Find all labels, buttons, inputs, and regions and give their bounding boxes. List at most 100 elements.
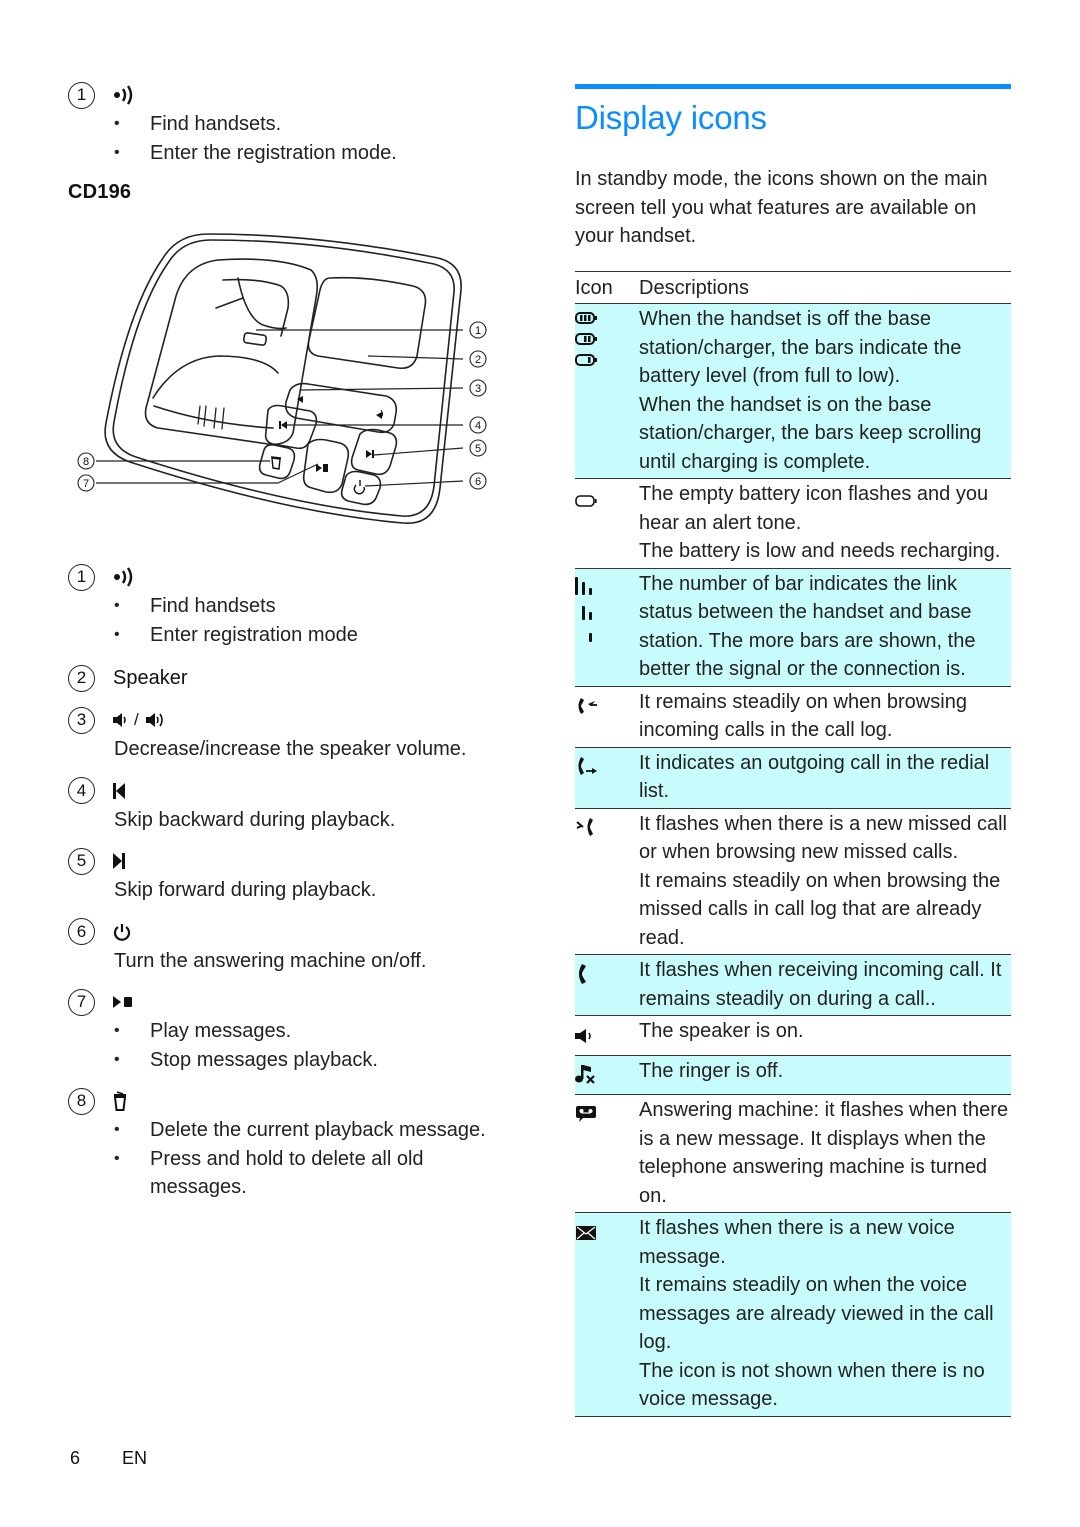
model-name: CD196	[68, 181, 132, 203]
button-item-7: 7 Play messages. Stop messages playback.	[68, 987, 508, 1074]
item-description: Decrease/increase the speaker volume.	[114, 738, 467, 760]
play-stop-icon	[113, 991, 133, 1013]
intro-paragraph: In standby mode, the icons shown on the …	[575, 168, 988, 247]
row-description: The battery is low and needs recharging.	[639, 540, 1001, 562]
battery-full-icon	[575, 312, 597, 324]
bullet-item: Press and hold to delete all old message…	[114, 1145, 508, 1202]
bullet-item: Find handsets	[114, 592, 508, 621]
svg-text:7: 7	[83, 478, 89, 490]
row-description: The speaker is on.	[639, 1020, 804, 1042]
callout-number: 7	[68, 988, 95, 1016]
skip-forward-icon	[113, 850, 125, 872]
table-row: The number of bar indicates the link sta…	[575, 568, 1011, 686]
row-description: It remains steadily on when browsing inc…	[639, 690, 967, 742]
callout-number: 8	[68, 1087, 95, 1115]
button-item-6: 6 Turn the answering machine on/off.	[68, 917, 508, 976]
table-row: The speaker is on.	[575, 1016, 1011, 1055]
battery-empty-icon	[575, 495, 597, 507]
signal-three-bars-icon	[575, 576, 592, 595]
item-description: Skip forward during playback.	[114, 879, 377, 901]
voice-message-envelope-icon	[576, 1226, 596, 1240]
diagram-callout-8: 8	[77, 452, 95, 470]
svg-text:8: 8	[83, 456, 89, 468]
row-description: When the handset is on the base station/…	[639, 393, 982, 473]
power-icon	[113, 921, 131, 943]
bullet-item: Find handsets.	[114, 110, 508, 139]
callout-number: 6	[68, 918, 95, 945]
skip-backward-icon	[113, 780, 125, 802]
svg-text:1: 1	[475, 325, 481, 337]
base-inner-shell	[112, 239, 455, 517]
button-item-5: 5 Skip forward during playback.	[68, 846, 508, 905]
row-description: The empty battery icon flashes and you h…	[639, 483, 989, 534]
speaker-on-icon	[575, 1029, 591, 1043]
table-row: It indicates an outgoing call in the red…	[575, 747, 1011, 808]
table-row: The empty battery icon flashes and you h…	[575, 479, 1011, 568]
volume-down-up-icon: /	[113, 709, 166, 731]
answering-machine-icon	[576, 1106, 596, 1122]
page-footer: 6 EN	[70, 1448, 147, 1469]
intro-item: 1 Find handsets. Enter the registration …	[68, 80, 508, 167]
section-rule	[575, 84, 1011, 89]
callout-number: 5	[68, 847, 95, 875]
button-list: 1 Find handsets Enter registration mode …	[68, 562, 508, 1202]
row-description: The ringer is off.	[639, 1059, 784, 1082]
button-item-1: 1 Find handsets Enter registration mode	[68, 562, 508, 649]
right-column: Display icons In standby mode, the icons…	[575, 84, 1011, 1417]
button-item-2: 2 Speaker	[68, 663, 508, 693]
trash-icon	[113, 1090, 127, 1112]
signal-two-bars-icon	[582, 605, 592, 620]
delete-button	[258, 444, 296, 480]
table-header-row: Icon Descriptions	[575, 271, 1011, 304]
header-descriptions: Descriptions	[639, 276, 750, 299]
diagram-callout-6: 6	[469, 472, 487, 490]
diagram-callout-2: 2	[469, 350, 487, 368]
battery-two-bars-icon	[575, 333, 597, 345]
signal-find-icon	[113, 84, 135, 106]
incoming-call-log-icon	[578, 697, 597, 714]
svg-text:6: 6	[475, 476, 481, 488]
callout-number: 2	[68, 664, 95, 692]
table-row: It flashes when receiving incoming call.…	[575, 954, 1011, 1016]
bullet-item: Stop messages playback.	[114, 1046, 508, 1075]
battery-one-bar-icon	[575, 354, 597, 366]
speaker-area	[307, 276, 427, 370]
button-item-4: 4 Skip backward during playback.	[68, 776, 508, 835]
bullet-item: Delete the current playback message.	[114, 1116, 508, 1145]
table-row: When the handset is off the base station…	[575, 303, 1011, 479]
table-row: It remains steadily on when browsing inc…	[575, 686, 1011, 747]
item-description: Skip backward during playback.	[114, 808, 396, 831]
table-row: It flashes when there is a new voice mes…	[575, 1212, 1011, 1416]
display-icons-table: Icon Descriptions When the handset is of…	[575, 271, 1011, 1417]
bullet-item: Enter registration mode	[114, 621, 508, 650]
svg-text:4: 4	[475, 420, 481, 432]
diagram-callout-7: 7	[77, 474, 95, 492]
diagram-callout-4: 4	[469, 416, 487, 434]
diagram-callout-3: 3	[469, 379, 487, 397]
power-button	[340, 470, 382, 506]
table-row: Answering machine: it flashes when there…	[575, 1095, 1011, 1213]
outgoing-call-icon	[578, 756, 597, 775]
language-code: EN	[122, 1448, 148, 1468]
row-description: It remains steadily on when the voice me…	[639, 1274, 994, 1353]
table-row: It flashes when there is a new missed ca…	[575, 808, 1011, 955]
ringer-off-icon	[575, 1064, 595, 1084]
button-item-8: 8 Delete the current playback message. P…	[68, 1086, 508, 1202]
header-icon: Icon	[575, 276, 613, 299]
item-description: Turn the answering machine on/off.	[114, 949, 427, 972]
missed-call-icon	[576, 817, 593, 836]
callout-number: 3	[68, 706, 95, 734]
bullet-item: Enter the registration mode.	[114, 139, 508, 168]
left-column: 1 Find handsets. Enter the registration …	[68, 80, 508, 204]
callout-number: 1	[68, 81, 95, 109]
row-description: It flashes when receiving incoming call.…	[639, 959, 1002, 1010]
callout-number: 4	[68, 777, 95, 804]
signal-one-bar-icon	[589, 632, 592, 642]
diagram-callout-5: 5	[469, 439, 487, 457]
phone-call-icon	[579, 964, 586, 984]
item-label: Speaker	[113, 666, 188, 689]
svg-text:5: 5	[475, 443, 481, 455]
svg-text:3: 3	[475, 383, 481, 395]
row-description: It indicates an outgoing call in the red…	[639, 751, 990, 803]
diagram-callout-1: 1	[469, 321, 487, 339]
